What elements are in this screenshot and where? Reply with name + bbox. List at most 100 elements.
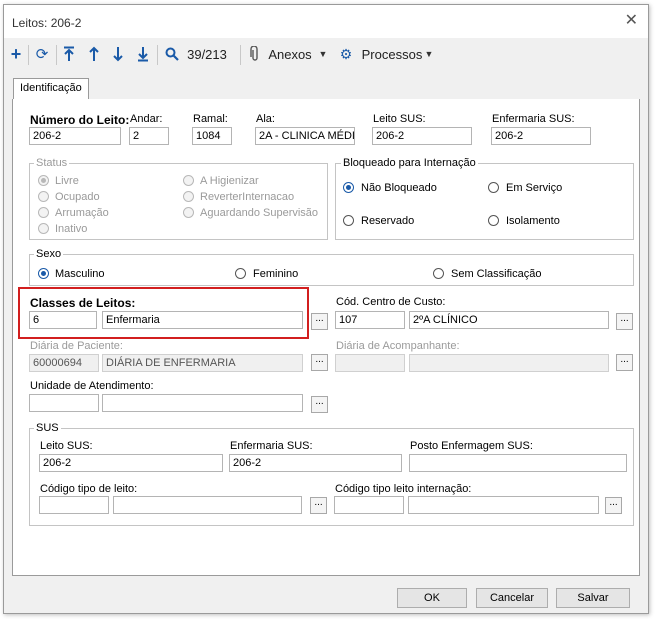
ramal-label: Ramal:: [193, 113, 228, 125]
centro-custo-label: Cód. Centro de Custo:: [336, 296, 446, 308]
ok-button[interactable]: OK: [397, 588, 467, 608]
refresh-icon[interactable]: ⟳: [33, 44, 51, 64]
andar-label: Andar:: [130, 113, 163, 125]
reservado-radio[interactable]: [343, 215, 354, 226]
diaria-acompanhante-lookup-button[interactable]: ...: [616, 354, 633, 371]
unidade-atendimento-name-input[interactable]: [102, 394, 303, 412]
anexos-menu[interactable]: Anexos: [266, 44, 314, 64]
chevron-down-icon[interactable]: ▼: [318, 44, 328, 64]
previous-record-icon[interactable]: [85, 44, 103, 64]
status-arrumacao-label: Arrumação: [55, 207, 109, 219]
cancel-button[interactable]: Cancelar: [476, 588, 548, 608]
status-livre-label: Livre: [55, 175, 79, 187]
sus-leito-input[interactable]: 206-2: [39, 454, 223, 472]
codigo-tipo-leito-lookup-button[interactable]: ...: [310, 497, 327, 514]
ramal-input[interactable]: 1084: [192, 127, 232, 145]
classes-leitos-name-input[interactable]: Enfermaria: [102, 311, 303, 329]
diaria-paciente-label: Diária de Paciente:: [30, 340, 123, 352]
andar-input[interactable]: 2: [129, 127, 169, 145]
save-button[interactable]: Salvar: [556, 588, 630, 608]
sus-group-title: SUS: [34, 422, 61, 434]
sus-enfermaria-input[interactable]: 206-2: [229, 454, 402, 472]
posto-enfermagem-input[interactable]: [409, 454, 627, 472]
unidade-atendimento-lookup-button[interactable]: ...: [311, 396, 328, 413]
diaria-paciente-lookup-button[interactable]: ...: [311, 354, 328, 371]
toolbar-separator: [28, 45, 29, 65]
status-group-title: Status: [34, 157, 70, 169]
enfermaria-sus-input[interactable]: 206-2: [491, 127, 591, 145]
centro-custo-code-input[interactable]: 107: [335, 311, 405, 329]
sus-leito-label: Leito SUS:: [40, 440, 93, 452]
unidade-atendimento-label: Unidade de Atendimento:: [30, 380, 154, 392]
status-inativo-radio[interactable]: [38, 223, 49, 234]
close-icon[interactable]: ✕: [625, 10, 638, 30]
status-aguardando-radio[interactable]: [183, 207, 194, 218]
classes-leitos-code-input[interactable]: 6: [29, 311, 97, 329]
masculino-radio[interactable]: [38, 268, 49, 279]
enfermaria-sus-label: Enfermaria SUS:: [492, 113, 575, 125]
title-bar: Leitos: 206-2 ✕: [4, 5, 648, 38]
tab-identificacao[interactable]: Identificação: [13, 78, 89, 100]
chevron-down-icon[interactable]: ▼: [424, 44, 434, 64]
toolbar: + ⟳ 39/213 Anexos ▼ ⚙ Processos ▼: [4, 38, 648, 70]
codigo-tipo-internacao-name-input[interactable]: [408, 496, 599, 514]
em-servico-radio[interactable]: [488, 182, 499, 193]
tab-strip: Identificação: [12, 77, 640, 100]
classes-leitos-lookup-button[interactable]: ...: [311, 313, 328, 330]
centro-custo-name-input[interactable]: 2ºA CLÍNICO: [409, 311, 609, 329]
status-arrumacao-radio[interactable]: [38, 207, 49, 218]
ala-input[interactable]: 2A - CLINICA MÉDI: [255, 127, 355, 145]
last-record-icon[interactable]: [134, 44, 152, 64]
sus-enfermaria-label: Enfermaria SUS:: [230, 440, 313, 452]
codigo-tipo-internacao-code-input[interactable]: [334, 496, 404, 514]
status-aguardando-label: Aguardando Supervisão: [200, 207, 319, 219]
sexo-group-title: Sexo: [34, 248, 64, 260]
sem-classificacao-label: Sem Classificação: [451, 268, 542, 280]
feminino-label: Feminino: [253, 268, 299, 280]
bloqueado-group-title: Bloqueado para Internação: [341, 157, 478, 169]
em-servico-label: Em Serviço: [506, 182, 563, 194]
isolamento-label: Isolamento: [506, 215, 560, 227]
codigo-tipo-internacao-label: Código tipo leito internação:: [335, 483, 472, 495]
gear-icon[interactable]: ⚙: [338, 44, 354, 64]
diaria-paciente-name-input: DIÁRIA DE ENFERMARIA: [102, 354, 303, 372]
sem-classificacao-radio[interactable]: [433, 268, 444, 279]
numero-leito-label: Número do Leito:: [30, 113, 130, 127]
status-inativo-label: Inativo: [55, 223, 88, 235]
status-ocupado-label: Ocupado: [55, 191, 100, 203]
centro-custo-lookup-button[interactable]: ...: [616, 313, 633, 330]
nao-bloqueado-radio[interactable]: [343, 182, 354, 193]
add-icon[interactable]: +: [8, 44, 24, 64]
toolbar-separator: [240, 45, 241, 65]
unidade-atendimento-code-input[interactable]: [29, 394, 99, 412]
diaria-paciente-code-input: 60000694: [29, 354, 99, 372]
posto-enfermagem-label: Posto Enfermagem SUS:: [410, 440, 533, 452]
diaria-acompanhante-name-input: [409, 354, 609, 372]
isolamento-radio[interactable]: [488, 215, 499, 226]
leito-sus-input[interactable]: 206-2: [372, 127, 472, 145]
codigo-tipo-leito-code-input[interactable]: [39, 496, 109, 514]
status-reverter-label: ReverterInternacao: [200, 191, 295, 203]
first-record-icon[interactable]: [60, 44, 78, 64]
next-record-icon[interactable]: [109, 44, 127, 64]
classes-leitos-label: Classes de Leitos:: [30, 296, 136, 310]
feminino-radio[interactable]: [235, 268, 246, 279]
paperclip-icon[interactable]: [248, 44, 262, 64]
search-icon[interactable]: [163, 44, 181, 64]
processos-menu[interactable]: Processos: [356, 44, 428, 64]
nao-bloqueado-label: Não Bloqueado: [361, 182, 437, 194]
status-ocupado-radio[interactable]: [38, 191, 49, 202]
status-livre-radio[interactable]: [38, 175, 49, 186]
status-reverter-radio[interactable]: [183, 191, 194, 202]
numero-leito-input[interactable]: 206-2: [29, 127, 121, 145]
record-counter: 39/213: [187, 46, 227, 62]
codigo-tipo-internacao-lookup-button[interactable]: ...: [605, 497, 622, 514]
codigo-tipo-leito-name-input[interactable]: [113, 496, 302, 514]
reservado-label: Reservado: [361, 215, 415, 227]
toolbar-separator: [56, 45, 57, 65]
status-higienizar-radio[interactable]: [183, 175, 194, 186]
toolbar-separator: [157, 45, 158, 65]
leito-sus-label: Leito SUS:: [373, 113, 426, 125]
status-higienizar-label: A Higienizar: [200, 175, 259, 187]
codigo-tipo-leito-label: Código tipo de leito:: [40, 483, 138, 495]
